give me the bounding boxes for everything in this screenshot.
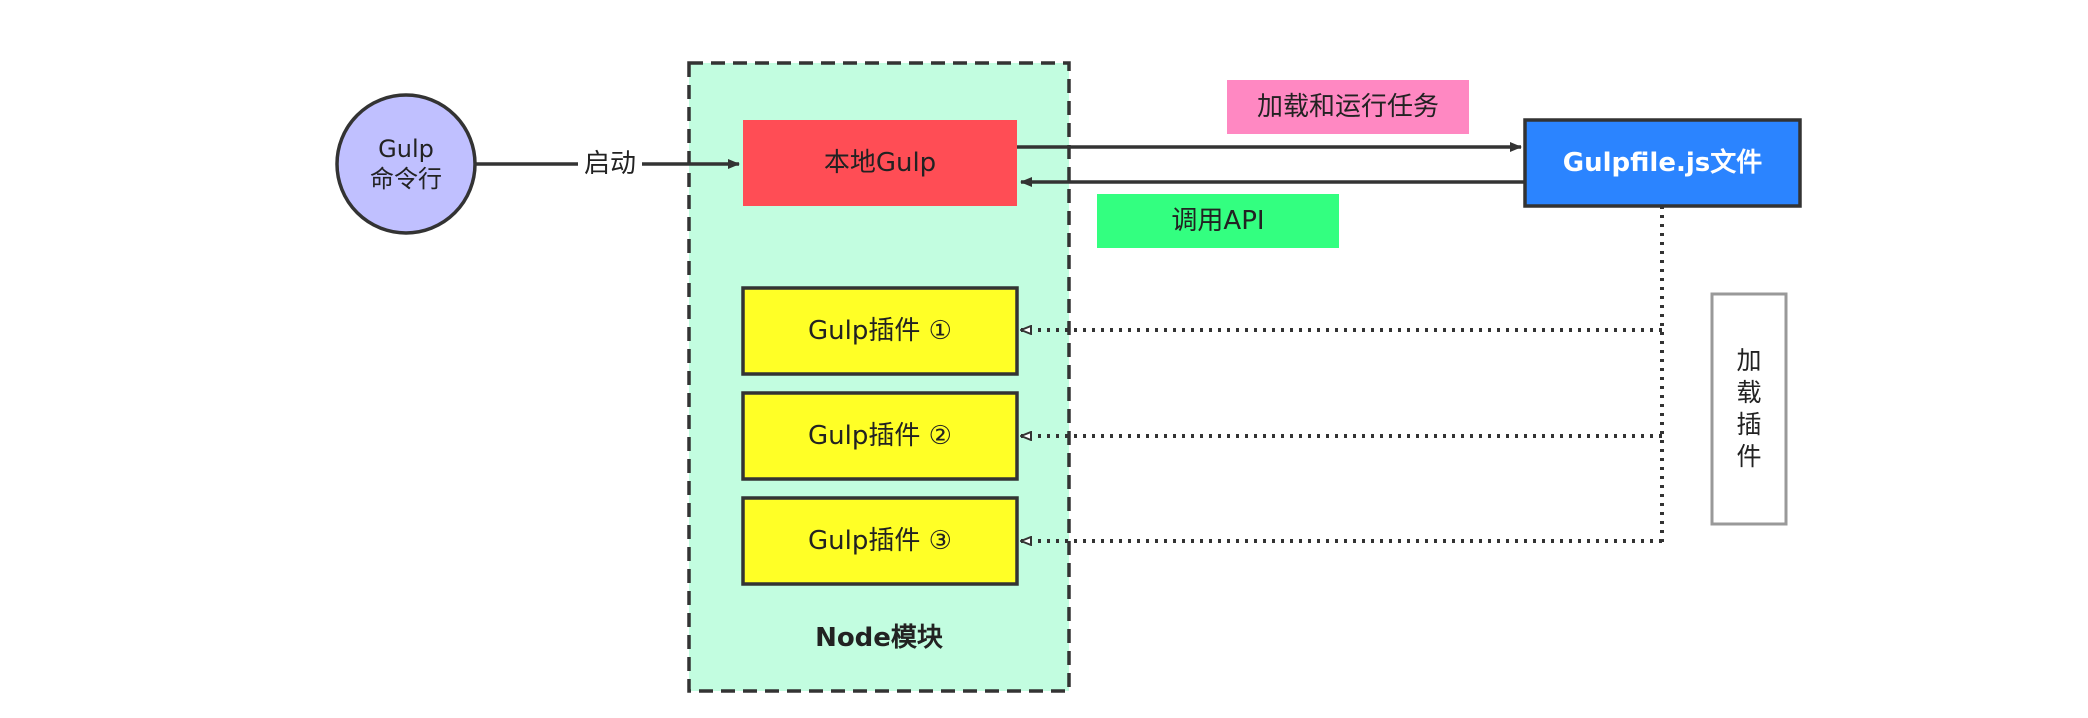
- plugin-label-1: Gulp插件 ①: [808, 315, 952, 346]
- load-plugins-char-2: 载: [1736, 378, 1762, 407]
- load-plugins-label: 加 载 插 件: [1712, 294, 1786, 524]
- call-api-label: 调用API: [1171, 205, 1265, 236]
- load-run-tasks-label: 加载和运行任务: [1256, 91, 1439, 122]
- gulp-cli-label-line1: Gulp: [378, 135, 434, 163]
- plugin-label-3: Gulp插件 ③: [808, 525, 952, 556]
- load-plugins-char-3: 插: [1736, 410, 1762, 439]
- plugin-label-2: Gulp插件 ②: [808, 420, 952, 451]
- node-module-title: Node模块: [815, 622, 943, 653]
- load-plugins-char-4: 件: [1736, 442, 1762, 471]
- local-gulp-label: 本地Gulp: [823, 147, 937, 178]
- gulpfile-label: Gulpfile.js文件: [1562, 147, 1763, 178]
- gulp-cli-label: Gulp 命令行: [337, 126, 475, 202]
- gulp-cli-label-line2: 命令行: [370, 165, 442, 193]
- launch-label: 启动: [578, 146, 642, 182]
- load-plugins-char-1: 加: [1736, 346, 1762, 375]
